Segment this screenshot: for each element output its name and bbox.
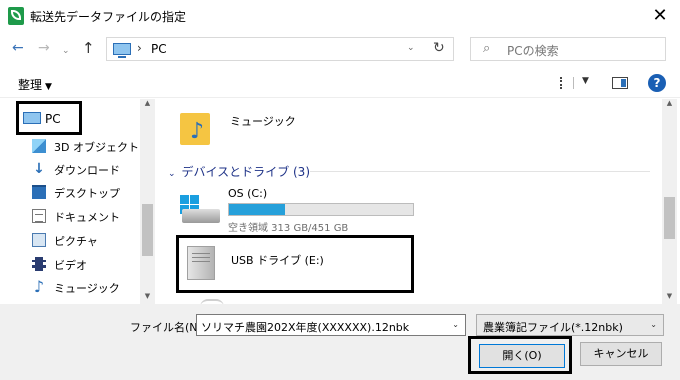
forward-arrow-icon[interactable]: → — [38, 40, 50, 56]
window-title: 転送先データファイルの指定 — [30, 10, 187, 24]
sidebar-item-music[interactable]: ♪ ミュージック — [24, 276, 144, 298]
filename-value: ソリマチ農園202X年度(XXXXXX).12nbk — [201, 321, 410, 334]
music-folder-icon[interactable]: ♪ — [180, 107, 214, 147]
filename-input[interactable]: ソリマチ農園202X年度(XXXXXX).12nbk ⌄ — [196, 314, 466, 336]
sidebar-item-videos[interactable]: ビデオ — [24, 253, 144, 275]
search-input[interactable]: ⌕ PCの検索 — [470, 37, 666, 61]
address-dropdown-icon[interactable]: ⌄ — [407, 43, 415, 53]
music-folder-label[interactable]: ミュージック — [230, 113, 296, 129]
preview-pane-icon[interactable] — [612, 77, 628, 89]
music-note-icon: ♪ — [190, 119, 205, 144]
3d-objects-icon — [32, 139, 46, 153]
navigation-bar: ← → ⌄ ↑ › PC ⌄ ↻ ⌕ PCの検索 — [0, 32, 680, 66]
sidebar-item-label: ビデオ — [54, 259, 87, 272]
sidebar-item-label: ミュージック — [54, 282, 120, 295]
recent-locations-chevron-icon[interactable]: ⌄ — [62, 43, 70, 59]
view-options-icon[interactable] — [560, 77, 574, 89]
group-header-label: デバイスとドライブ (3) — [181, 165, 311, 179]
organize-caret-icon: ▼ — [45, 82, 52, 92]
navigation-scrollbar[interactable]: ▲ ▼ — [140, 99, 155, 304]
open-button-highlight: 開く(O) — [468, 336, 572, 374]
dialog-footer: ファイル名(N): ソリマチ農園202X年度(XXXXXX).12nbk ⌄ 農… — [0, 304, 680, 380]
music-icon: ♪ — [33, 277, 45, 296]
download-icon: ↓ — [33, 161, 45, 177]
view-dropdown-icon[interactable]: ▼ — [582, 76, 589, 86]
title-bar: 転送先データファイルの指定 ✕ — [0, 0, 680, 32]
refresh-icon[interactable]: ↻ — [433, 40, 445, 56]
sidebar-item-pc[interactable]: PC — [16, 101, 82, 135]
scroll-up-icon[interactable]: ▲ — [662, 99, 677, 111]
usb-drive-icon — [187, 246, 215, 280]
scroll-up-icon[interactable]: ▲ — [140, 99, 155, 111]
up-arrow-icon[interactable]: ↑ — [82, 40, 95, 56]
sidebar-item-label: PC — [45, 112, 61, 126]
filename-dropdown-icon[interactable]: ⌄ — [452, 320, 459, 329]
content-scrollbar[interactable]: ▲ ▼ — [662, 99, 677, 304]
filetype-value: 農業簿記ファイル(*.12nbk) — [483, 321, 623, 334]
sidebar-item-downloads[interactable]: ↓ ダウンロード — [24, 158, 144, 180]
app-leaf-icon — [8, 7, 24, 25]
documents-icon — [32, 209, 46, 223]
sidebar-item-label: ドキュメント — [54, 211, 120, 224]
drive-c-free-space: 空き領域 313 GB/451 GB — [228, 223, 349, 234]
organize-button[interactable]: 整理 ▼ — [18, 76, 52, 93]
navigation-pane: PC 3D オブジェクト ↓ ダウンロード デスクトップ ドキュメント ピクチャ… — [0, 99, 156, 304]
breadcrumb-separator: › — [137, 41, 142, 55]
scroll-down-icon[interactable]: ▼ — [140, 292, 155, 304]
pc-icon — [23, 112, 41, 124]
group-divider — [310, 171, 650, 172]
sidebar-item-documents[interactable]: ドキュメント — [24, 205, 144, 227]
drive-c-label[interactable]: OS (C:) — [228, 187, 267, 200]
filename-label: ファイル名(N): — [130, 321, 206, 334]
sidebar-item-label: 3D オブジェクト — [54, 141, 139, 154]
sidebar-item-label: ピクチャ — [54, 235, 98, 248]
filetype-dropdown-icon: ⌄ — [650, 320, 657, 329]
collapse-chevron-icon: ⌄ — [168, 169, 176, 179]
search-icon: ⌕ — [483, 41, 491, 56]
hard-drive-shape — [182, 209, 220, 223]
drive-c-usage-bar — [228, 203, 414, 216]
pc-icon — [113, 43, 131, 58]
scrollbar-thumb[interactable] — [142, 204, 153, 256]
sidebar-item-label: デスクトップ — [54, 187, 120, 200]
file-list: ♪ ミュージック ⌄ デバイスとドライブ (3) OS (C:) 空き領域 313… — [160, 99, 662, 304]
breadcrumb-pc[interactable]: PC — [151, 42, 167, 56]
pictures-icon — [32, 233, 46, 247]
sidebar-item-3d-objects[interactable]: 3D オブジェクト — [24, 135, 144, 157]
address-bar[interactable]: › PC ⌄ ↻ — [106, 37, 454, 61]
desktop-icon — [32, 185, 46, 199]
organize-label: 整理 — [18, 78, 43, 92]
close-icon[interactable]: ✕ — [648, 4, 672, 28]
sidebar-item-pictures[interactable]: ピクチャ — [24, 229, 144, 251]
drive-e-label: USB ドライブ (E:) — [231, 254, 324, 267]
search-placeholder: PCの検索 — [507, 44, 559, 58]
sidebar-item-desktop[interactable]: デスクトップ — [24, 181, 144, 203]
sidebar-item-label: ダウンロード — [54, 164, 120, 177]
scrollbar-thumb[interactable] — [664, 197, 675, 239]
cancel-button[interactable]: キャンセル — [580, 342, 662, 366]
help-icon[interactable]: ? — [648, 74, 666, 92]
windows-drive-icon[interactable] — [178, 195, 220, 229]
group-header-devices[interactable]: ⌄ デバイスとドライブ (3) — [168, 163, 310, 180]
back-arrow-icon[interactable]: ← — [12, 40, 24, 56]
videos-icon — [32, 257, 46, 271]
drive-c-usage-fill — [229, 204, 286, 215]
scroll-down-icon[interactable]: ▼ — [662, 292, 677, 304]
drive-e-item[interactable]: USB ドライブ (E:) — [176, 235, 414, 293]
filetype-select[interactable]: 農業簿記ファイル(*.12nbk) ⌄ — [476, 314, 664, 336]
toolbar: 整理 ▼ ▼ ? — [0, 66, 680, 98]
open-button[interactable]: 開く(O) — [479, 344, 565, 368]
